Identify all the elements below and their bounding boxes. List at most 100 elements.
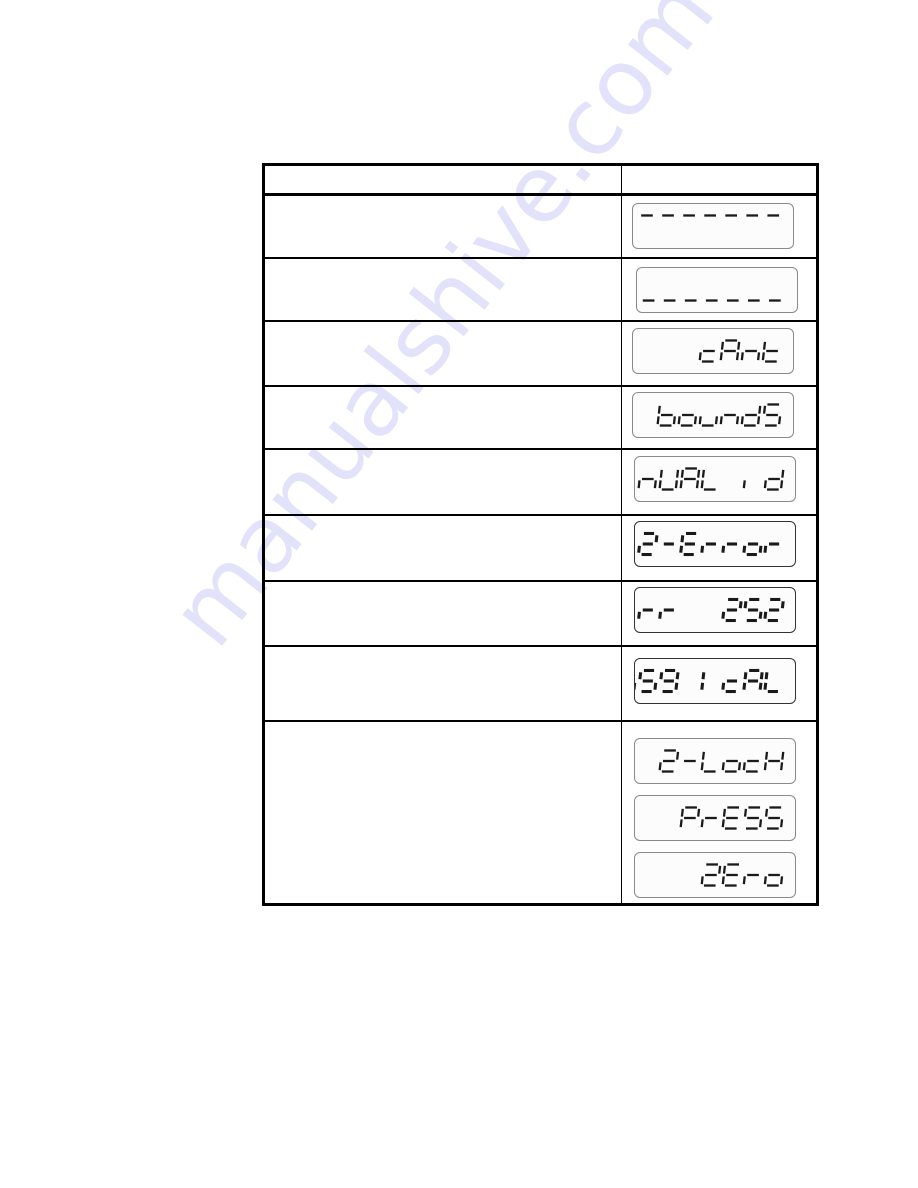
- segment: [743, 672, 748, 680]
- row-description: [265, 721, 621, 906]
- display-char: [719, 339, 741, 361]
- display-char: [743, 806, 763, 830]
- display-char: [700, 816, 717, 828]
- display-char: [700, 751, 716, 773]
- row-description: [265, 581, 621, 646]
- segment: [743, 808, 748, 817]
- segment: [743, 601, 748, 609]
- segment: [721, 611, 726, 619]
- segment: [778, 416, 782, 425]
- lcd-readout: [700, 863, 784, 887]
- display-char: [679, 806, 701, 828]
- segment: [700, 819, 704, 828]
- display-char: [637, 608, 653, 619]
- display-char: [698, 416, 719, 427]
- segment: [680, 808, 684, 817]
- row-description: [265, 646, 621, 721]
- row-description: [265, 196, 621, 258]
- segment: [742, 545, 747, 553]
- display-char: [698, 349, 715, 363]
- display-char: [763, 542, 780, 553]
- segment: [758, 819, 763, 828]
- segment: [637, 480, 641, 489]
- lcd-readout: [641, 214, 780, 217]
- lcd-display: [634, 521, 796, 567]
- segment: [763, 682, 768, 690]
- segment: [700, 480, 704, 489]
- segment: [659, 672, 664, 680]
- lcd-readout: [637, 597, 785, 623]
- display-char: [740, 349, 761, 361]
- lcd-readout: [679, 806, 784, 830]
- segment: [679, 545, 684, 553]
- lcd-display: [632, 392, 794, 438]
- display-char: [658, 469, 680, 491]
- segment: [718, 865, 722, 874]
- lcd-readout: [656, 403, 782, 427]
- display-char: [742, 873, 759, 885]
- lcd-readout: [635, 668, 778, 694]
- segment: [700, 876, 704, 885]
- segment: [758, 405, 762, 414]
- segment: [780, 819, 784, 828]
- segment: [700, 545, 705, 553]
- segment: [781, 469, 785, 478]
- display-char: [721, 542, 738, 553]
- segment: [780, 601, 785, 609]
- row-description: [265, 258, 621, 321]
- segment: [722, 865, 727, 874]
- display-char: [721, 863, 740, 887]
- display-char: [719, 413, 740, 425]
- display-char: [742, 480, 746, 489]
- segment: [721, 876, 725, 885]
- segment: [721, 762, 725, 771]
- display-char: [638, 668, 658, 694]
- segment: [653, 480, 657, 489]
- display-char: [700, 469, 716, 491]
- segment: [698, 416, 702, 425]
- segment: [722, 808, 727, 817]
- display-char: [700, 672, 706, 690]
- segment: [735, 416, 740, 425]
- lcd-readout: [698, 339, 778, 363]
- segment: [656, 416, 660, 425]
- lcd-display: [636, 267, 798, 313]
- segment: [675, 469, 680, 478]
- segment: [654, 535, 659, 543]
- segment: [700, 762, 704, 771]
- lcd-display: [634, 738, 796, 784]
- lcd-readout: [637, 467, 785, 491]
- segment: [653, 682, 658, 690]
- segment: [680, 535, 685, 543]
- display-char: [762, 403, 782, 427]
- segment: [719, 352, 723, 361]
- segment: [781, 751, 785, 760]
- segment: [742, 682, 747, 690]
- display-char: [700, 542, 717, 553]
- segment: [740, 416, 744, 425]
- segment: [658, 611, 663, 619]
- segment: [738, 601, 743, 609]
- row-description: [265, 321, 621, 386]
- display-char: [721, 679, 738, 694]
- segment: [695, 480, 700, 489]
- segment: [735, 352, 740, 361]
- lcd-display: [634, 795, 796, 841]
- display-char: [742, 759, 759, 773]
- display-char: [763, 597, 785, 623]
- segment: [742, 762, 746, 771]
- segment: [637, 545, 641, 553]
- display-char: [700, 863, 722, 887]
- display-char: [763, 672, 778, 694]
- display-char: [763, 873, 784, 887]
- segment: [780, 876, 784, 885]
- lcd-readout: [658, 749, 785, 773]
- display-char: [764, 806, 784, 830]
- segment: [740, 352, 744, 361]
- segment: [762, 341, 767, 350]
- row-description: [265, 386, 621, 449]
- lcd-display: [632, 328, 794, 374]
- segment: [638, 672, 643, 680]
- segment: [674, 480, 678, 489]
- segment: [675, 751, 680, 760]
